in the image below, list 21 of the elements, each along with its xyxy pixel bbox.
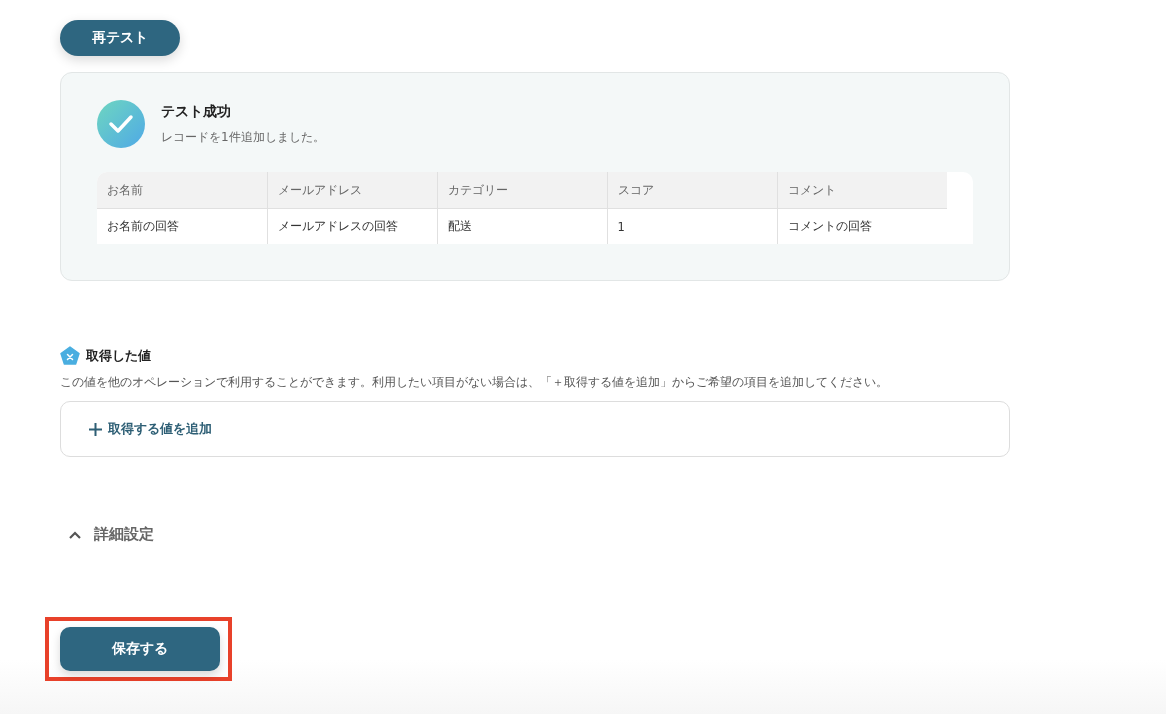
add-value-button[interactable]: 取得する値を追加 xyxy=(89,420,212,438)
table-cell: 配送 xyxy=(437,208,607,244)
check-icon xyxy=(97,100,145,148)
pentagon-x-icon xyxy=(60,346,80,366)
column-header: コメント xyxy=(777,172,947,209)
retest-button[interactable]: 再テスト xyxy=(60,20,180,56)
plus-icon xyxy=(89,422,102,436)
table-cell: メールアドレスの回答 xyxy=(267,208,437,244)
section-description: この値を他のオペレーションで利用することができます。利用したい項目がない場合は、「＋取得する値を追加」からご希望の項目を追加してください。 xyxy=(60,374,889,391)
table-cell: コメントの回答 xyxy=(777,208,947,244)
table-cell: お名前の回答 xyxy=(97,208,267,244)
column-header: カテゴリー xyxy=(437,172,607,209)
column-header: メールアドレス xyxy=(267,172,437,209)
result-message: レコードを1件追加しました。 xyxy=(161,128,325,146)
column-header: スコア xyxy=(607,172,777,209)
advanced-settings-toggle[interactable]: 詳細設定 xyxy=(60,525,154,544)
table-cell: 1 xyxy=(607,208,777,244)
save-button[interactable]: 保存する xyxy=(60,627,220,671)
result-title: テスト成功 xyxy=(161,102,232,121)
section-title: 取得した値 xyxy=(86,347,151,365)
column-header: お名前 xyxy=(97,172,267,209)
